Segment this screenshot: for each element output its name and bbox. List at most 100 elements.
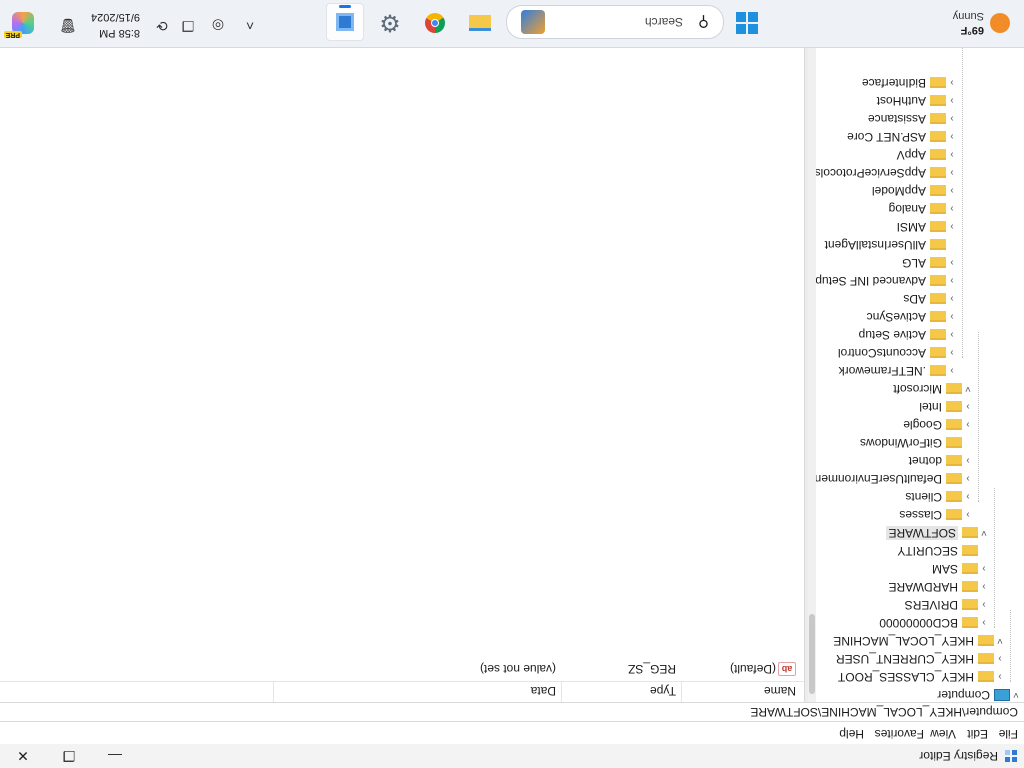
tree-item-key[interactable]: › Google [903,416,974,434]
tree-item-key[interactable]: › .NETFramework [839,362,958,380]
tree-item-hive[interactable]: › HKEY_CLASSES_ROOT [838,668,1006,686]
chevron-right-icon[interactable]: › [978,582,990,593]
chevron-down-icon[interactable]: ˅ [1010,690,1022,701]
chevron-right-icon[interactable]: › [978,618,990,629]
menu-favorites[interactable]: Favorites [875,727,924,741]
clock-time[interactable]: 8:58 PM [99,27,140,39]
tree-item-software-selected[interactable]: ˅ SOFTWARE [886,524,990,542]
values-pane[interactable]: Name Type Data ab (Default) REG_SZ (valu… [0,48,805,702]
chevron-right-icon[interactable]: › [946,186,958,197]
tree-item-key[interactable]: › Intel [919,398,974,416]
tree-item-computer[interactable]: ˅ Computer [937,686,1022,702]
tree-item-key[interactable]: › Assistance [868,110,958,128]
chevron-right-icon[interactable]: › [962,456,974,467]
menu-help[interactable]: Help [839,727,864,741]
tree-item-key[interactable]: SECURITY [897,542,990,560]
tree-item-key[interactable]: › BCD00000000 [879,614,990,632]
column-header-name[interactable]: Name [764,684,796,698]
chevron-right-icon[interactable]: › [946,258,958,269]
chevron-down-icon[interactable]: ˅ [978,528,990,539]
chevron-right-icon[interactable]: › [946,96,958,107]
chevron-right-icon[interactable]: › [994,672,1006,683]
chevron-right-icon[interactable]: › [962,474,974,485]
clock-date[interactable]: 9/15/2024 [91,11,140,23]
chevron-right-icon[interactable]: › [946,294,958,305]
registry-tree[interactable]: ˅ Computer › HKEY_CLASSES_ROOT › HKEY_CURRE… [808,48,1024,702]
windows-start-icon[interactable] [736,12,758,34]
chevron-right-icon[interactable]: › [962,510,974,521]
tree-item-key[interactable]: › Clients [905,488,974,506]
chevron-right-icon[interactable]: › [946,312,958,323]
tree-item-key[interactable]: › AppServiceProtocols [815,164,958,182]
value-name-cell[interactable]: (Default) [730,662,776,676]
chevron-right-icon[interactable]: › [978,600,990,611]
file-explorer-button[interactable] [462,5,498,41]
value-type-cell[interactable]: REG_SZ [628,662,676,676]
tree-item-key[interactable]: › SAM [932,560,990,578]
settings-button[interactable]: ⚙ [372,5,408,41]
tree-item-key[interactable]: › AuthHost [877,92,958,110]
chevron-right-icon[interactable]: › [962,402,974,413]
tree-item-key[interactable]: AllUserInstallAgent [825,236,958,254]
address-path[interactable]: Computer\HKEY_LOCAL_MACHINE\SOFTWARE [750,705,1018,719]
tree-item-hive[interactable]: ˅ HKEY_LOCAL_MACHINE [833,632,1006,650]
tree-item-key[interactable]: › AccountsControl [838,344,958,362]
tree-scrollbar-thumb[interactable] [809,614,815,694]
minimize-button[interactable]: — [92,744,138,768]
tree-scrollbar[interactable] [808,48,816,702]
tree-item-hive[interactable]: › HKEY_CURRENT_USER [836,650,1006,668]
tree-item-key[interactable]: › ASP.NET Core [847,128,958,146]
chevron-down-icon[interactable]: ˅ [962,384,974,395]
column-header-data[interactable]: Data [531,684,556,698]
chevron-right-icon[interactable]: › [946,366,958,377]
chevron-right-icon[interactable]: › [946,330,958,341]
chevron-right-icon[interactable]: › [946,204,958,215]
address-bar[interactable]: Computer\HKEY_LOCAL_MACHINE\SOFTWARE [0,702,1024,722]
weather-sun-icon[interactable] [990,13,1010,33]
chevron-right-icon[interactable]: › [978,564,990,575]
tree-item-key[interactable]: GitForWindows [860,434,974,452]
chevron-right-icon[interactable]: › [946,222,958,233]
tree-item-key[interactable]: › AppModel [872,182,958,200]
tree-item-key[interactable]: › Classes [899,506,974,524]
chevron-right-icon[interactable]: › [946,150,958,161]
tree-item-key[interactable]: › DefaultUserEnvironment [811,470,974,488]
maximize-button[interactable]: ❐ [46,744,92,768]
chrome-button[interactable] [417,5,453,41]
tree-item-key[interactable]: › HARDWARE [888,578,990,596]
tree-item-key[interactable]: › AMSI [897,218,958,236]
tree-item-key[interactable]: › Advanced INF Setup [815,272,958,290]
chevron-up-icon[interactable]: ˄ [240,18,260,34]
column-header-type[interactable]: Type [650,684,676,698]
chevron-right-icon[interactable]: › [946,132,958,143]
chevron-right-icon[interactable]: › [962,492,974,503]
taskbar-search-box[interactable]: ⚲ Search [506,5,724,39]
tree-item-key[interactable]: › BidInterface [862,74,958,92]
weather-condition[interactable]: Sunny [953,10,984,22]
tree-item-key[interactable]: › dotnet [909,452,974,470]
tree-item-key[interactable]: ˅ Microsoft [893,380,974,398]
chevron-right-icon[interactable]: › [946,348,958,359]
tree-item-key[interactable]: › AppV [897,146,958,164]
eye-slash-icon[interactable]: ◎ [208,17,228,34]
chevron-right-icon[interactable]: › [946,114,958,125]
menu-file[interactable]: File [999,727,1018,741]
tree-item-key[interactable]: › DRIVERS [905,596,990,614]
tree-item-key[interactable]: › ActiveSync [867,308,958,326]
value-data-cell[interactable]: (value not set) [480,662,556,676]
close-button[interactable]: ✕ [0,744,46,768]
tree-item-key[interactable]: › Active Setup [859,326,958,344]
weather-temperature[interactable]: 69°F [961,24,984,36]
chevron-down-icon[interactable]: ˅ [994,636,1006,647]
tree-item-key[interactable]: › ALG [902,254,958,272]
pane-splitter[interactable] [805,48,808,702]
sync-icon[interactable]: ⟳ [152,17,172,34]
trash-icon[interactable]: 🗑 [58,17,78,34]
chevron-right-icon[interactable]: › [946,168,958,179]
copy-icon[interactable]: ❐ [178,17,198,34]
chevron-right-icon[interactable]: › [946,78,958,89]
tree-item-key[interactable]: › ADs [903,290,958,308]
chevron-right-icon[interactable]: › [994,654,1006,665]
tree-item-key[interactable]: › Analog [889,200,958,218]
menu-edit[interactable]: Edit [967,727,988,741]
